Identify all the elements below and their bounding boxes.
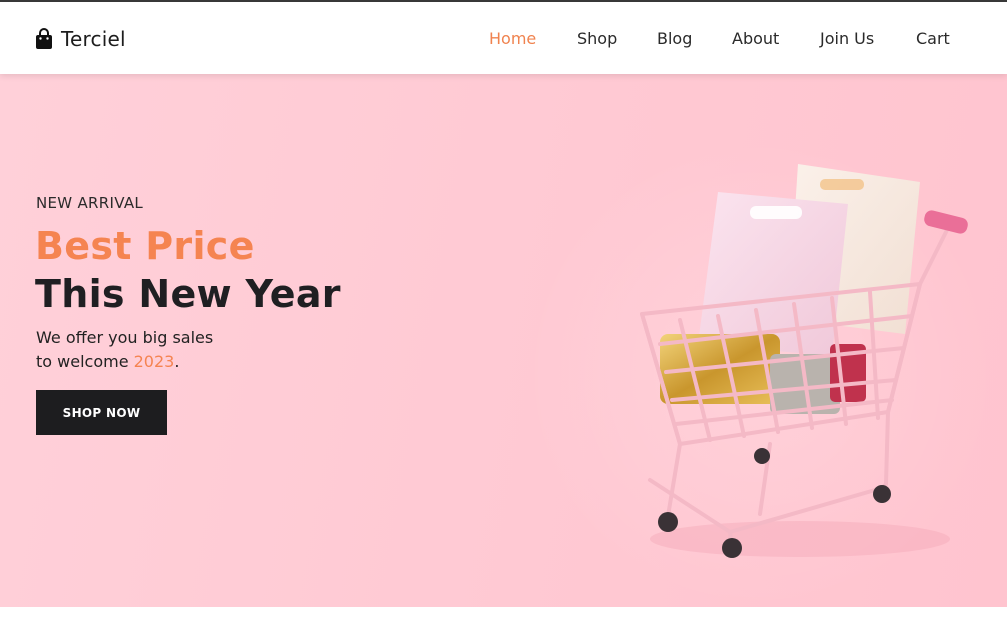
hero-subtext-line1: We offer you big sales xyxy=(36,328,214,347)
navbar: Terciel Home Shop Blog About Join Us Car… xyxy=(0,2,1007,74)
hero-banner: NEW ARRIVAL Best Price This New Year We … xyxy=(0,74,1007,607)
nav-shop[interactable]: Shop xyxy=(577,26,617,52)
nav-about[interactable]: About xyxy=(732,26,779,52)
nav-join-us[interactable]: Join Us xyxy=(820,26,874,52)
main-nav: Home Shop Blog About Join Us Cart xyxy=(0,26,1007,52)
page-bottom-strip xyxy=(0,607,1007,623)
nav-cart[interactable]: Cart xyxy=(916,26,950,52)
shopping-cart-image xyxy=(640,164,968,558)
hero-subtext: We offer you big sales to welcome 2023. xyxy=(36,326,213,374)
nav-home[interactable]: Home xyxy=(489,26,536,52)
hero-subtext-prefix: to welcome xyxy=(36,352,134,371)
nav-blog[interactable]: Blog xyxy=(657,26,692,52)
hero-headline-accent: Best Price xyxy=(35,224,255,268)
hero-headline: This New Year xyxy=(35,272,341,316)
hero-eyebrow: NEW ARRIVAL xyxy=(36,194,144,212)
hero-subtext-suffix: . xyxy=(174,352,180,371)
hero-year: 2023 xyxy=(133,352,175,371)
shop-now-button[interactable]: SHOP NOW xyxy=(36,390,167,435)
